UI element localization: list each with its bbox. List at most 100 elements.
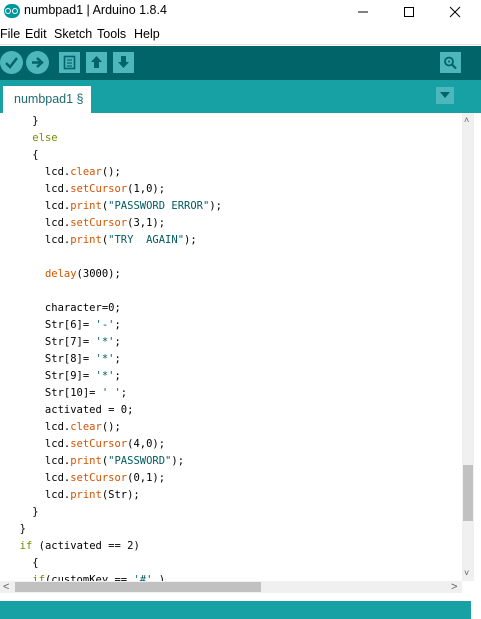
code-token: print (70, 455, 102, 467)
code-token: lcd. (7, 455, 71, 467)
code-line: Str[10]= ' '; (7, 385, 127, 402)
upload-button[interactable] (26, 51, 49, 74)
menu-sketch[interactable]: Sketch (54, 27, 92, 41)
code-line: } (7, 521, 26, 538)
open-icon (91, 56, 102, 68)
close-icon (449, 6, 461, 18)
menu-help[interactable]: Help (134, 27, 160, 41)
code-token: } (7, 115, 39, 127)
code-token: print (70, 200, 102, 212)
code-line: lcd.setCursor(3,1); (7, 215, 165, 232)
arduino-logo-icon (4, 4, 20, 18)
maximize-icon (404, 7, 414, 17)
code-token: { (7, 557, 39, 569)
code-token: (3000); (76, 268, 121, 280)
code-token: ; (114, 370, 121, 382)
code-token: if (19, 540, 33, 552)
save-sketch-button[interactable] (113, 52, 134, 73)
code-token: else (32, 132, 58, 144)
verify-icon (5, 57, 18, 69)
title-bar: numbpad1 | Arduino 1.8.4 (0, 0, 481, 23)
code-line: Str[7]= '*'; (7, 334, 121, 351)
open-sketch-button[interactable] (86, 52, 107, 73)
code-token: Str[8]= (7, 353, 96, 365)
code-token: (activated == 2) (32, 540, 140, 552)
minimize-button[interactable] (340, 0, 386, 23)
tab-menu-button[interactable] (436, 87, 454, 104)
code-line: character=0; (7, 300, 121, 317)
tab-numbpad1[interactable]: numbpad1 § (3, 86, 91, 113)
code-line: } (7, 113, 39, 130)
code-token: (4,0); (127, 438, 166, 450)
code-token: ) (152, 574, 166, 581)
code-line: lcd.clear(); (7, 419, 121, 436)
code-token: Str[7]= (7, 336, 96, 348)
code-token: '*' (95, 370, 115, 382)
minimize-icon (358, 11, 368, 13)
menu-bar: File Edit Sketch Tools Help (0, 25, 481, 45)
scroll-up-arrow-icon[interactable]: ˄ (464, 116, 469, 125)
scroll-left-arrow-icon[interactable]: < (3, 581, 9, 593)
scroll-down-arrow-icon[interactable]: ˅ (464, 569, 469, 578)
code-line: if(customKey == '#' ) (7, 572, 165, 581)
upload-icon (32, 57, 44, 68)
code-token: '*' (95, 336, 115, 348)
code-token: (Str); (101, 489, 140, 501)
tab-label: numbpad1 § (14, 92, 84, 106)
code-token: Str[10]= (7, 387, 102, 399)
code-line: { (7, 555, 39, 572)
new-icon (63, 55, 76, 70)
code-token: ); (171, 455, 185, 467)
code-token: "PASSWORD" (108, 455, 172, 467)
window-title: numbpad1 | Arduino 1.8.4 (24, 3, 167, 17)
code-token: ; (120, 387, 128, 399)
code-token: (1,0); (127, 183, 166, 195)
code-token: lcd. (7, 166, 71, 178)
code-token: { (7, 149, 39, 161)
code-token: if (32, 574, 45, 581)
chevron-down-icon (440, 92, 450, 98)
code-editor[interactable]: } else { lcd.clear(); lcd.setCursor(1,0)… (0, 113, 462, 581)
vertical-scrollbar[interactable]: ˄ ˅ (462, 113, 474, 581)
code-token: lcd. (7, 489, 71, 501)
maximize-button[interactable] (386, 0, 432, 23)
code-token: clear (70, 421, 102, 433)
menu-file[interactable]: File (0, 27, 20, 41)
vertical-scroll-thumb[interactable] (463, 465, 473, 521)
serial-monitor-button[interactable] (440, 52, 461, 73)
code-token: lcd. (7, 421, 71, 433)
code-line: lcd.setCursor(0,1); (7, 470, 165, 487)
close-button[interactable] (432, 0, 478, 23)
code-token: Str[9]= (7, 370, 96, 382)
menu-tools[interactable]: Tools (97, 27, 126, 41)
verify-button[interactable] (0, 51, 23, 74)
code-line: lcd.print("TRY AGAIN"); (7, 232, 197, 249)
tab-bar: numbpad1 § (0, 80, 481, 113)
horizontal-scrollbar[interactable]: < > (0, 581, 462, 593)
code-token: (0,1); (127, 472, 166, 484)
code-token: lcd. (7, 234, 71, 246)
horizontal-scroll-thumb[interactable] (15, 582, 261, 592)
code-line: activated = 0; (7, 402, 134, 419)
scroll-right-arrow-icon[interactable]: > (451, 581, 457, 593)
code-token: setCursor (70, 217, 128, 229)
code-token: setCursor (70, 438, 128, 450)
message-area-divider (0, 593, 481, 601)
code-line: Str[8]= '*'; (7, 351, 121, 368)
code-token: setCursor (70, 183, 128, 195)
code-line: lcd.setCursor(4,0); (7, 436, 165, 453)
new-sketch-button[interactable] (59, 52, 80, 73)
save-icon (118, 56, 129, 68)
code-token: print (70, 489, 102, 501)
code-token: } (7, 523, 26, 535)
code-line: else (7, 130, 58, 147)
code-token: lcd. (7, 200, 71, 212)
code-token: ; (114, 319, 121, 331)
code-line: if (activated == 2) (7, 538, 140, 555)
menu-edit[interactable]: Edit (25, 27, 47, 41)
code-token: Str[6]= (7, 319, 96, 331)
